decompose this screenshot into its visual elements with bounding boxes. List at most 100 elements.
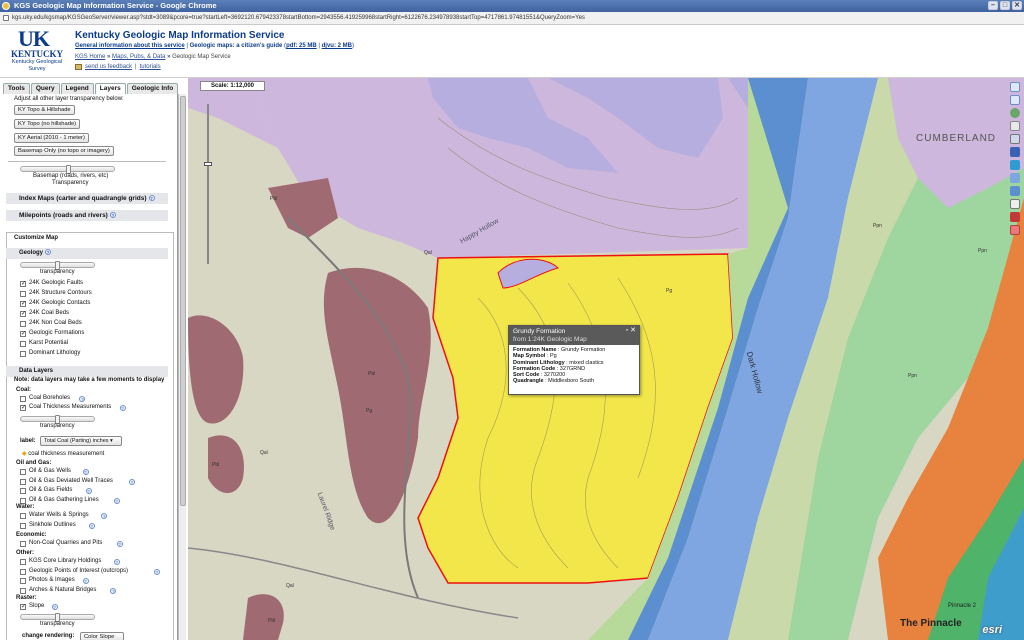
zoom-thumb[interactable] — [204, 162, 212, 166]
index-maps-header[interactable]: Index Maps (carter and quadrangle grids)… — [6, 193, 168, 204]
tab-query[interactable]: Query — [30, 83, 60, 94]
layer-checkbox[interactable] — [20, 578, 26, 584]
info-icon[interactable] — [1010, 147, 1020, 157]
layer-checkbox[interactable] — [20, 351, 26, 357]
layer-checkbox[interactable] — [20, 587, 26, 594]
zoom-slider[interactable] — [204, 98, 212, 268]
zoom-track[interactable] — [207, 104, 209, 264]
layer-checkbox[interactable] — [20, 341, 26, 347]
draw-icon[interactable] — [1010, 212, 1020, 222]
help-icon[interactable]: ? — [153, 568, 160, 575]
address-bar[interactable]: kgs.uky.edu/kgsmap/KGSGeoServer/viewer.a… — [0, 12, 1024, 25]
help-icon[interactable]: ? — [119, 405, 126, 411]
page-title: Kentucky Geologic Map Information Servic… — [75, 30, 285, 41]
layer-checkbox[interactable]: ✓ — [20, 311, 26, 317]
layer-label: 24K Non Coal Beds — [29, 320, 82, 326]
ky-topo-hillshade-button[interactable]: KY Topo & Hillshade — [14, 105, 75, 115]
layer-checkbox[interactable] — [20, 469, 26, 475]
feedback-link[interactable]: send us feedback — [85, 64, 132, 70]
layer-checkbox[interactable] — [20, 568, 26, 575]
ky-topo-button[interactable]: KY Topo (no hillshade) — [14, 119, 81, 129]
layer-checkbox[interactable]: ✓ — [20, 405, 26, 411]
xy-icon[interactable] — [1010, 199, 1020, 209]
layer-checkbox[interactable] — [20, 291, 26, 297]
layer-checkbox[interactable] — [20, 513, 26, 519]
geology-header[interactable]: Geology? — [6, 248, 168, 259]
oil-gas-heading: Oil and Gas: — [16, 460, 52, 466]
maximize-button[interactable]: □ — [1000, 1, 1010, 10]
maximize-icon[interactable]: ▫ — [626, 327, 628, 334]
close-button[interactable]: ✕ — [1012, 1, 1022, 10]
help-icon[interactable]: ? — [45, 249, 52, 256]
help-icon[interactable]: ? — [113, 559, 120, 565]
layer-checkbox[interactable] — [20, 488, 26, 494]
help-icon[interactable]: ? — [82, 578, 89, 584]
help-icon[interactable]: ? — [51, 604, 58, 610]
breadcrumb-home[interactable]: KGS Home — [75, 54, 105, 60]
layer-checkbox[interactable] — [20, 321, 26, 327]
panel-tabs: Tools Query Legend Layers Geologic Info — [3, 83, 179, 94]
map-label: Pg — [666, 288, 673, 294]
zoom-out-icon[interactable] — [1010, 95, 1020, 105]
layer-label: Geologic Formations — [29, 330, 85, 336]
raster-transparency-label: transparency — [40, 621, 75, 627]
measure-icon[interactable] — [1010, 134, 1020, 144]
geology-transparency-slider[interactable] — [20, 261, 95, 270]
tutorials-link[interactable]: tutorials — [140, 64, 161, 70]
pdf-link[interactable]: pdf: 25 MB — [286, 43, 317, 49]
layer-checkbox[interactable] — [20, 559, 26, 565]
general-info-link[interactable]: General information about this service — [75, 43, 185, 49]
basemap-transparency-slider[interactable] — [20, 165, 115, 174]
raster-transparency-slider[interactable] — [20, 613, 95, 622]
layer-checkbox[interactable]: ✓ — [20, 301, 26, 307]
layer-checkbox[interactable]: ✓ — [20, 331, 26, 337]
basemap-only-button[interactable]: Basemap Only (no topo or imagery) — [14, 146, 114, 156]
layers-icon[interactable] — [1010, 173, 1020, 183]
rendering-select[interactable]: Color Slope — [80, 632, 124, 640]
tab-legend[interactable]: Legend — [60, 83, 94, 94]
print-icon[interactable] — [1010, 160, 1020, 170]
zoom-in-icon[interactable] — [1010, 82, 1020, 92]
help-icon[interactable]: ? — [109, 212, 116, 219]
djvu-link[interactable]: djvu: 2 MB — [322, 43, 352, 49]
layer-checkbox[interactable] — [20, 478, 26, 485]
minimize-button[interactable]: – — [988, 1, 998, 10]
help-icon[interactable]: ? — [116, 541, 123, 547]
help-icon[interactable]: ? — [110, 587, 117, 594]
map-scale: Scale: 1:12,000 — [200, 81, 265, 91]
popup-controls[interactable]: ▫ ✕ — [626, 327, 636, 335]
layer-checkbox[interactable]: ✓ — [20, 281, 26, 287]
tab-tools[interactable]: Tools — [3, 83, 30, 94]
eraser-icon[interactable] — [1010, 225, 1020, 235]
identify-popup[interactable]: Grundy Formation from 1:24K Geologic Map… — [508, 325, 640, 395]
layer-label: KGS Core Library Holdings — [29, 558, 102, 564]
layer-checkbox[interactable] — [20, 396, 26, 402]
milepoints-header[interactable]: Milepoints (roads and rivers)? — [6, 210, 168, 221]
globe-icon[interactable] — [1010, 108, 1020, 118]
help-icon[interactable]: ? — [82, 469, 89, 475]
breadcrumb-maps[interactable]: Maps, Pubs, & Data — [112, 54, 165, 60]
panel-scrollbar[interactable] — [178, 94, 186, 640]
help-icon[interactable]: ? — [129, 478, 135, 485]
map-view[interactable]: Pg Pg Pbl Pbl Pbl Qal Qal Qal Pbl Ppn Pp… — [188, 78, 1024, 640]
layer-checkbox[interactable] — [20, 541, 26, 547]
layer-checkbox[interactable] — [20, 497, 26, 504]
help-icon[interactable]: ? — [88, 522, 95, 529]
coal-transparency-slider[interactable] — [20, 415, 95, 424]
label-select[interactable]: Total Coal (Parting) inches ▾ — [40, 436, 122, 446]
close-icon[interactable]: ✕ — [630, 327, 636, 334]
layer-checkbox[interactable] — [20, 522, 26, 529]
tab-geologic-info[interactable]: Geologic Info — [126, 83, 179, 94]
data-layers-header[interactable]: Data Layers — [6, 366, 168, 377]
ky-aerial-button[interactable]: KY Aerial (2010 - 1 meter) — [14, 133, 89, 143]
esri-logo: esri — [982, 624, 1002, 636]
help-icon[interactable]: ? — [85, 488, 92, 494]
uk-logo[interactable]: UK KENTUCKY Kentucky Geological Survey — [4, 28, 70, 74]
layer-checkbox[interactable]: ✓ — [20, 604, 26, 610]
help-icon[interactable]: ? — [113, 497, 120, 504]
help-icon[interactable]: ? — [148, 195, 155, 202]
scroll-thumb[interactable] — [180, 96, 186, 506]
bookmark-icon[interactable] — [1010, 186, 1020, 196]
tab-layers[interactable]: Layers — [94, 83, 126, 94]
pan-icon[interactable] — [1010, 121, 1020, 131]
